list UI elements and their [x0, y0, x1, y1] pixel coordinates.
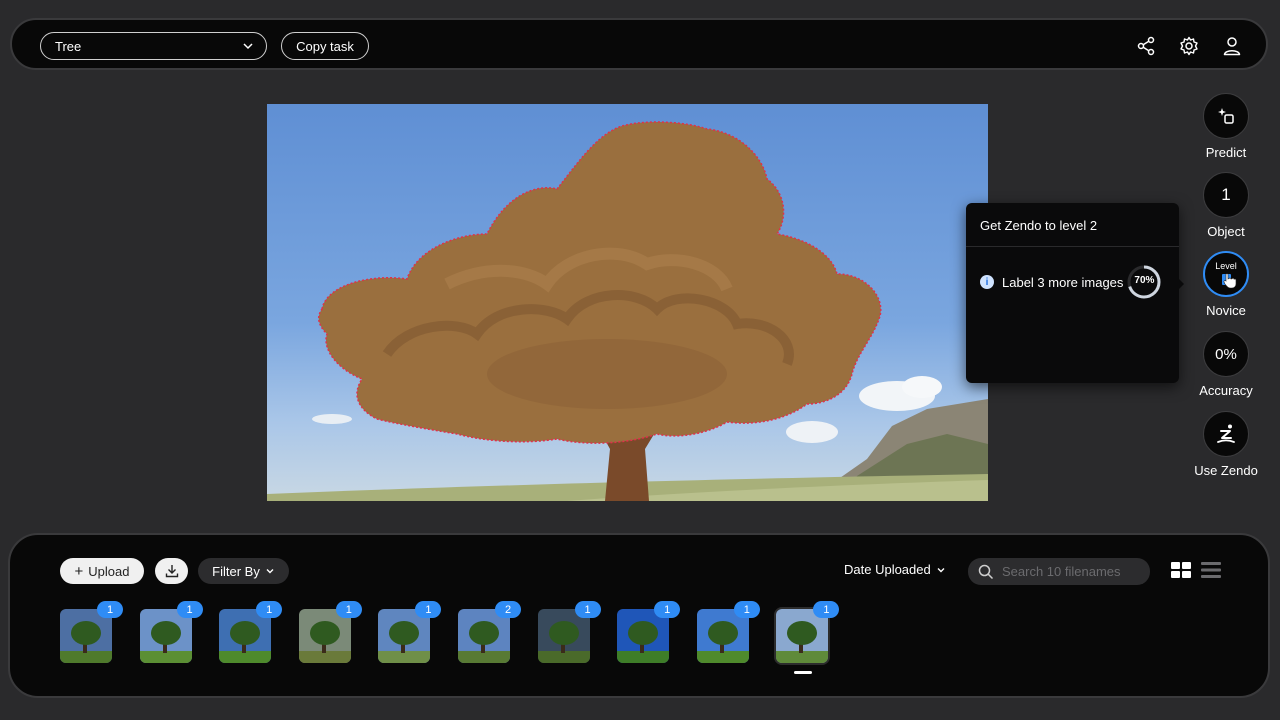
thumbnail-tree: [469, 621, 499, 645]
thumbnail-count-badge: 1: [574, 601, 601, 618]
thumbnail-count-badge: 1: [654, 601, 681, 618]
predict-control: Predict: [1198, 93, 1254, 160]
accuracy-value: 0%: [1215, 345, 1237, 363]
list-view-icon[interactable]: [1201, 562, 1221, 578]
user-icon[interactable]: [1220, 34, 1244, 58]
level-button[interactable]: Level: [1203, 251, 1249, 297]
accuracy-label: Accuracy: [1199, 383, 1253, 398]
filter-label: Filter By: [212, 563, 260, 579]
plus-icon: +: [74, 562, 84, 580]
predict-label: Predict: [1205, 145, 1247, 160]
grid-view-icon[interactable]: [1171, 562, 1191, 578]
popup-progress-ring: 70%: [1127, 265, 1161, 299]
thumbnail-tree: [707, 621, 738, 645]
thumbnail-count-badge: 1: [335, 601, 362, 618]
upload-button[interactable]: + Upload: [60, 558, 144, 584]
top-toolbar: Tree Copy task: [10, 18, 1268, 70]
task-select-value: Tree: [55, 38, 82, 54]
thumbnail-tree: [548, 621, 579, 645]
filter-button[interactable]: Filter By: [198, 558, 289, 584]
sort-label: Date Uploaded: [844, 562, 931, 577]
thumbnail-tree: [230, 621, 261, 645]
thumbnail-tree: [309, 621, 340, 645]
chevron-down-icon: [266, 569, 274, 574]
thumbnail-count-badge: 1: [176, 601, 203, 618]
thumbnail-count-badge: 1: [97, 601, 123, 618]
task-select[interactable]: Tree: [40, 32, 267, 60]
popup-task-text: Label 3 more images: [1002, 274, 1124, 290]
cursor-icon: [1223, 273, 1237, 289]
chevron-down-icon: [937, 567, 945, 572]
thumbnail-count-badge: 1: [256, 601, 283, 618]
info-icon: i: [980, 275, 994, 289]
sort-dropdown[interactable]: Date Uploaded: [844, 562, 946, 577]
popup-title: Get Zendo to level 2: [966, 203, 1179, 247]
thumbnail-tree: [150, 621, 181, 645]
chevron-down-icon: [243, 43, 253, 50]
thumbnail-count-badge: 1: [733, 601, 760, 618]
thumbnail-tree: [628, 621, 659, 645]
thumbnail-tree: [71, 621, 101, 645]
object-control: 1 Object: [1198, 172, 1254, 239]
download-button[interactable]: [155, 558, 188, 584]
level-badge: Level: [1215, 261, 1237, 271]
use-zendo-button[interactable]: [1203, 411, 1249, 457]
accuracy-button[interactable]: 0%: [1203, 331, 1249, 377]
predict-sparkle-icon: [1218, 108, 1234, 124]
search-input[interactable]: [1002, 564, 1142, 579]
gear-icon[interactable]: [1177, 34, 1201, 58]
search-box: [968, 558, 1150, 585]
level-popup: Get Zendo to level 2 i Label 3 more imag…: [966, 203, 1179, 383]
gallery-panel: + Upload Filter By Date Uploaded 1 1 1 1 1 2 1…: [8, 533, 1270, 698]
active-thumbnail-indicator: [794, 671, 812, 674]
level-label: Novice: [1206, 303, 1246, 318]
upload-label: Upload: [88, 563, 130, 579]
copy-task-button[interactable]: Copy task: [281, 32, 369, 60]
accuracy-control: 0% Accuracy: [1198, 331, 1254, 398]
use-zendo-label: Use Zendo: [1194, 463, 1258, 478]
share-icon[interactable]: [1134, 34, 1158, 58]
popup-task-row: i Label 3 more images 70%: [966, 265, 1179, 299]
thumbnail-count-badge: 2: [495, 601, 521, 618]
download-icon: [165, 565, 178, 578]
object-label: Object: [1207, 224, 1245, 239]
thumbnail-count-badge: 1: [415, 601, 442, 618]
zendo-logo-icon: [1217, 424, 1235, 443]
annotation-canvas[interactable]: [267, 104, 988, 501]
level-control: Level Novice: [1198, 251, 1254, 318]
popup-progress-text: 70%: [1134, 275, 1155, 286]
tree-image: [267, 121, 988, 501]
thumbnail-count-badge: 1: [813, 601, 840, 618]
popup-arrow: [1178, 278, 1184, 290]
predict-button[interactable]: [1203, 93, 1249, 139]
search-icon: [978, 564, 994, 579]
object-count: 1: [1221, 185, 1231, 204]
use-zendo-control: Use Zendo: [1194, 411, 1258, 478]
object-count-button[interactable]: 1: [1203, 172, 1249, 218]
